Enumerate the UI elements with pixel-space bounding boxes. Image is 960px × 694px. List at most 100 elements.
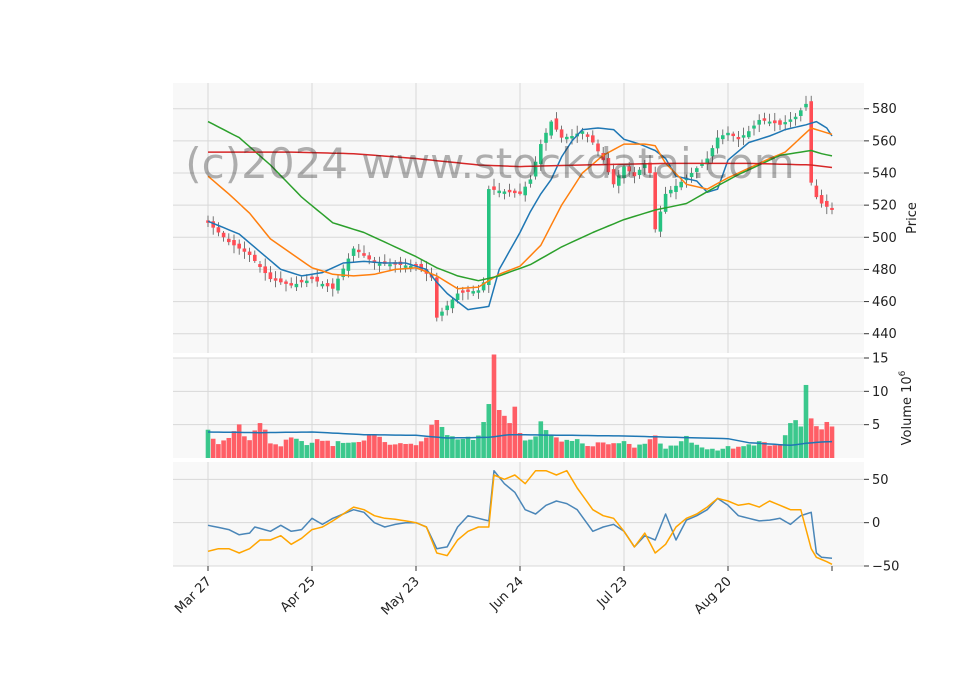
volume-bar [205,429,211,458]
candle-body [310,276,314,280]
volume-bar [528,439,533,458]
x-tick-label: Aug 20 [692,574,735,617]
volume-bar [273,444,278,458]
volume-bar [486,404,492,458]
volume-bar [668,445,674,458]
volume-bar [236,424,242,458]
price-ytick-label: 460 [872,295,897,310]
volume-bar [502,415,507,458]
candle-body [819,195,824,204]
candle-body [466,289,470,292]
volume-bar [351,442,356,458]
volume-bar [335,441,341,458]
volume-bar [808,418,814,458]
volume-bar [247,440,252,458]
candle-body [471,291,475,294]
x-tick-label: Apr 25 [278,574,319,615]
candle-body [788,119,793,122]
candle-body [549,121,553,136]
volume-bar [652,435,658,458]
volume-bar [231,431,237,458]
volume-bar [559,441,564,458]
candle-body [507,189,512,193]
volume-bar [554,437,559,458]
candle-body [284,281,288,284]
volume-bar [262,429,268,458]
volume-bar [720,448,726,458]
candle-body [346,258,351,271]
volume-bar [564,439,570,458]
volume-bar [439,426,445,458]
candle-body [830,207,834,210]
candle-body [325,283,330,287]
volume-bar [314,439,320,458]
volume-ytick-label: 10 [872,385,889,400]
candle-body [585,134,590,137]
volume-bar [226,437,232,458]
candle-body [804,103,808,108]
watermark: (c)2024 www.stockdatai.com [185,139,794,188]
volume-bar [221,440,226,458]
chart-svg: 440 460 480 500 520 540 560 580 5 10 15 −50 0 50 Ma… [172,83,920,618]
volume-bar [429,424,434,458]
volume-bar [793,420,798,458]
volume-bar [496,410,502,458]
candle-body [809,101,813,183]
volume-bar [746,444,752,458]
candle-body [461,290,465,293]
candle-body [377,263,382,266]
candle-body [793,116,798,120]
volume-panel: 5 10 15 [173,352,889,458]
volume-bar [621,441,627,458]
candle-body [227,238,231,243]
volume-bar [434,420,440,458]
volume-bar [346,442,351,458]
candle-body [497,190,501,194]
candle-body [294,283,299,288]
candle-body [403,265,408,268]
price-ytick-label: 560 [872,134,897,149]
volume-bar [819,429,824,458]
volume-bar [320,440,325,458]
volume-bar [257,423,263,458]
candle-body [487,189,491,286]
volume-bar [543,430,549,458]
volume-bar [637,444,642,458]
candle-body [242,248,247,252]
candle-body [305,280,309,284]
candle-body [221,232,226,238]
volume-bar [574,439,580,458]
volume-bar [699,447,705,458]
candle-body [518,191,522,194]
candle-body [440,311,444,316]
candle-body [658,211,663,232]
volume-bar [663,448,668,458]
volume-bar [361,440,367,458]
volume-bar [450,436,455,458]
candle-body [513,190,517,194]
volume-bar [772,445,778,458]
volume-bar [632,447,637,458]
candle-body [726,132,730,136]
candle-body [247,251,252,255]
candle-body [279,278,283,283]
volume-bar [366,435,372,458]
candle-body [299,279,304,283]
candle-body [258,264,262,268]
volume-bar [387,444,393,458]
candle-body [320,283,325,287]
volume-bar [704,449,710,458]
volume-bar [741,446,746,458]
volume-bar [678,441,684,458]
volume-bar [507,423,512,458]
volume-bar [673,445,679,458]
volume-bar [309,442,315,458]
price-ytick-label: 480 [872,263,897,278]
candle-body [663,193,668,212]
volume-bar [788,423,793,458]
price-panel: 440 460 480 500 520 540 560 580 [173,83,897,353]
volume-bar [715,450,720,458]
volume-bar [777,444,783,458]
oscillator-panel: −50 0 50 [173,462,899,575]
volume-bar [372,434,377,458]
